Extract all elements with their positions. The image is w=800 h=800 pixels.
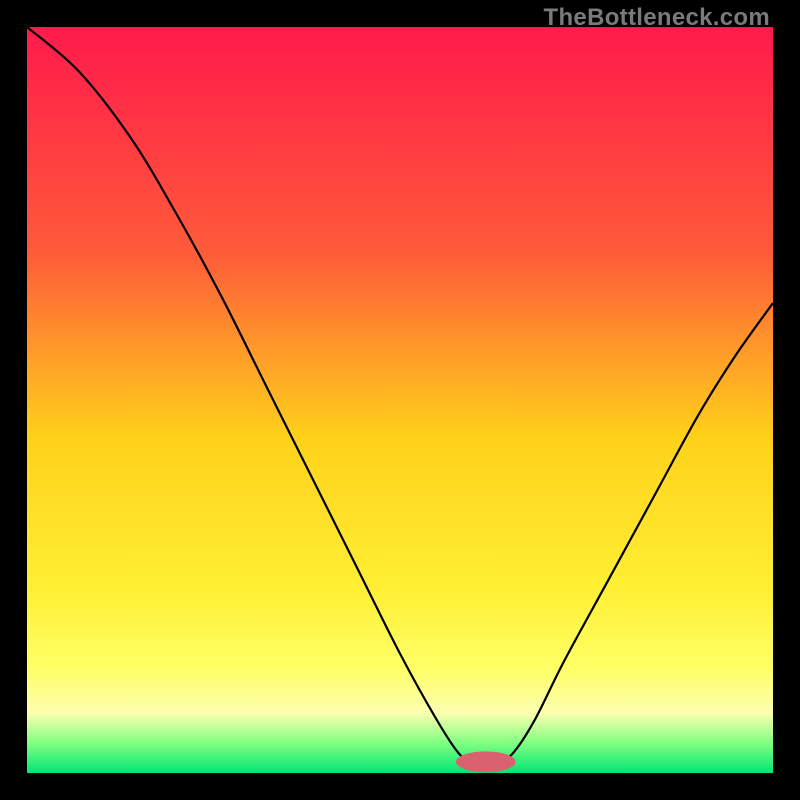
- gradient-background: [27, 27, 773, 773]
- optimal-marker: [456, 751, 516, 772]
- plot-area: [27, 27, 773, 773]
- chart-frame: TheBottleneck.com: [0, 0, 800, 800]
- plot-svg: [27, 27, 773, 773]
- watermark-text: TheBottleneck.com: [544, 4, 770, 32]
